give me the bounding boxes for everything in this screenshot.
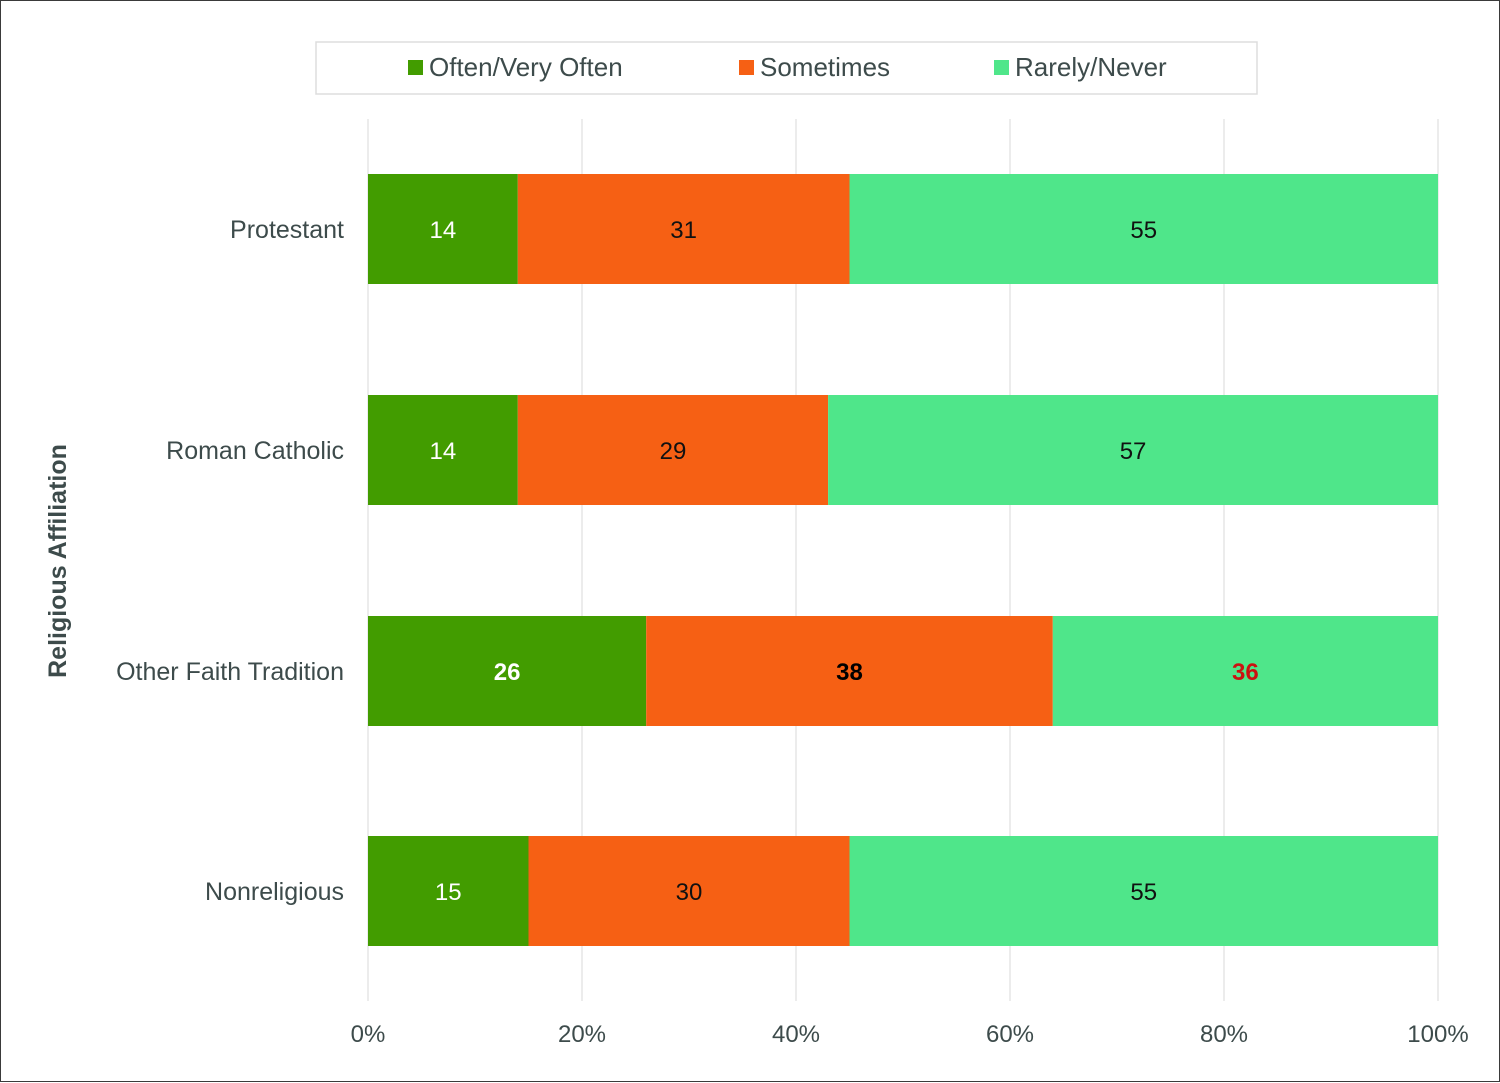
legend: Often/Very Often Sometimes Rarely/Never: [315, 41, 1258, 95]
data-label: 14: [430, 217, 457, 244]
x-tick-label: 80%: [1200, 1021, 1248, 1048]
data-label: 29: [660, 438, 687, 465]
data-label: 55: [1130, 217, 1157, 244]
legend-label: Often/Very Often: [429, 52, 623, 82]
y-axis-title: Religious Affiliation: [44, 444, 72, 678]
category-labels: Protestant Roman Catholic Other Faith Trad…: [116, 216, 344, 906]
legend-swatch: [408, 60, 423, 75]
legend-swatch: [739, 60, 754, 75]
x-tick-label: 20%: [558, 1021, 606, 1048]
x-tick-label: 40%: [772, 1021, 820, 1048]
data-label: 36: [1232, 659, 1259, 686]
x-tick-label: 100%: [1407, 1021, 1468, 1048]
category-label: Other Faith Tradition: [116, 658, 344, 686]
data-label: 57: [1120, 438, 1147, 465]
data-label: 38: [836, 659, 863, 686]
stacked-bar-chart: Often/Very Often Sometimes Rarely/Never 14…: [44, 41, 1469, 1048]
chart-frame: Often/Very Often Sometimes Rarely/Never 14…: [0, 0, 1500, 1082]
category-label: Nonreligious: [205, 878, 344, 906]
legend-label: Sometimes: [760, 52, 890, 82]
bars: 14 31 55 14 29 57 26 38 36 15 30 55: [368, 174, 1438, 946]
data-label: 14: [430, 438, 457, 465]
category-label: Roman Catholic: [166, 437, 344, 465]
legend-label: Rarely/Never: [1015, 52, 1167, 82]
x-axis-ticks: 0% 20% 40% 60% 80% 100%: [351, 1021, 1469, 1048]
data-label: 15: [435, 879, 462, 906]
x-tick-label: 0%: [351, 1021, 386, 1048]
data-label: 31: [670, 217, 697, 244]
category-label: Protestant: [230, 216, 344, 244]
legend-swatch: [994, 60, 1009, 75]
data-label: 26: [494, 659, 521, 686]
data-label: 30: [676, 879, 703, 906]
data-label: 55: [1130, 879, 1157, 906]
x-tick-label: 60%: [986, 1021, 1034, 1048]
